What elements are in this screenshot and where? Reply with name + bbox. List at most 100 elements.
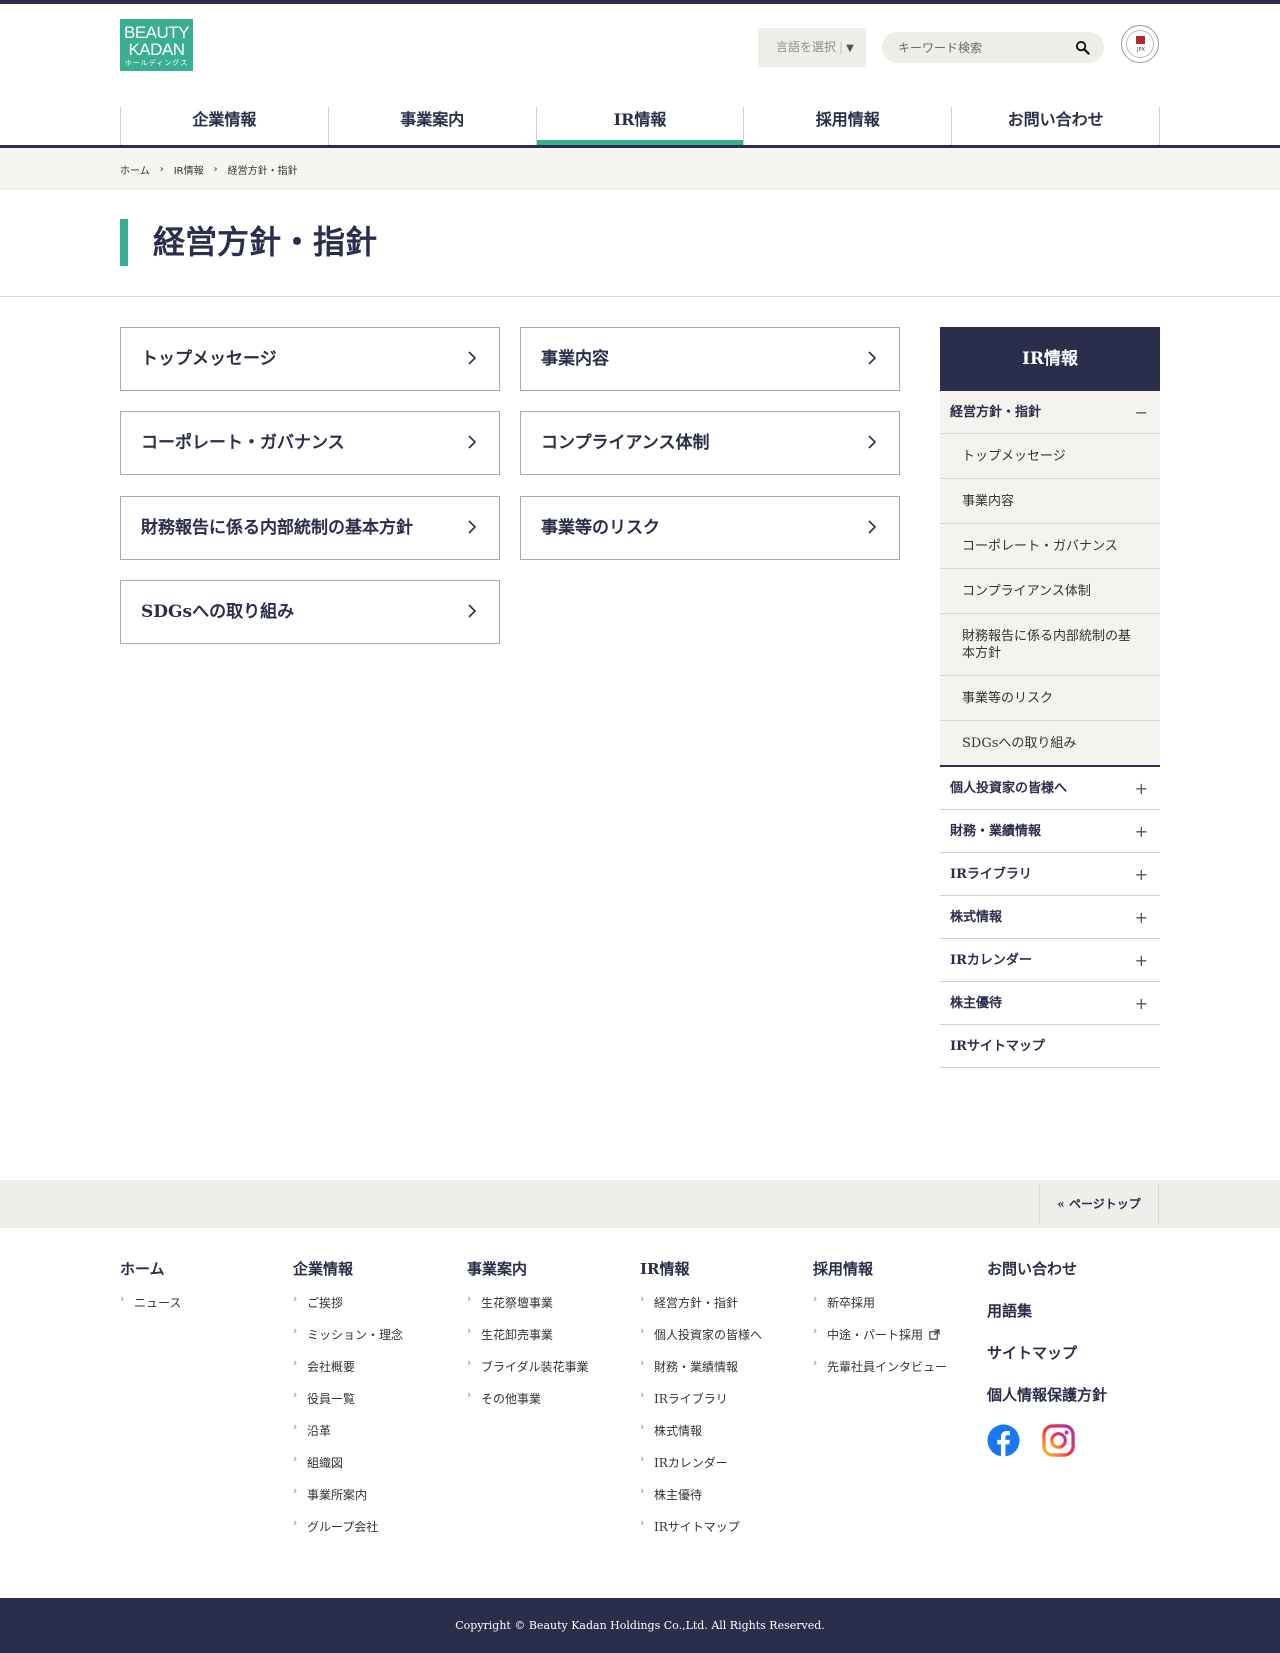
chevron-right-icon: › <box>159 164 164 175</box>
nav-contact[interactable]: お問い合わせ <box>951 107 1160 145</box>
footer-link[interactable]: › ご挨拶 <box>293 1292 463 1326</box>
footer-link-label: 役員一覧 <box>307 1392 356 1406</box>
chevron-right-icon: › <box>640 1292 645 1305</box>
sidebar-group-stock[interactable]: 株式情報 + <box>940 896 1160 939</box>
footer-link[interactable]: › 財務・業績情報 <box>640 1356 810 1390</box>
footer-col-title[interactable]: 採用情報 <box>813 1258 983 1279</box>
footer-glossary-link[interactable]: 用語集 <box>987 1300 1157 1342</box>
footer-col-title[interactable]: 事業案内 <box>467 1258 637 1279</box>
card-label: コーポレート・ガバナンス <box>141 433 345 453</box>
footer-link[interactable]: › 事業所案内 <box>293 1484 463 1518</box>
plus-icon[interactable]: + <box>1135 810 1148 853</box>
sidebar-title[interactable]: IR情報 <box>940 327 1160 391</box>
footer-link[interactable]: › IRライブラリ <box>640 1388 810 1422</box>
footer-link-label: ブライダル装花事業 <box>481 1360 589 1374</box>
chevron-right-icon: › <box>640 1356 645 1369</box>
footer-col-ir: IR情報 › 経営方針・指針 › 個人投資家の皆様へ › 財務・業績情報 › IRライブ… <box>640 1258 810 1550</box>
footer-link[interactable]: › 中途・パート採用 <box>813 1324 983 1358</box>
footer-link[interactable]: › グループ会社 <box>293 1516 463 1550</box>
footer-link-label: IRライブラリ <box>654 1392 728 1406</box>
card-business-risks[interactable]: 事業等のリスク <box>520 496 900 560</box>
nav-business[interactable]: 事業案内 <box>327 107 536 145</box>
footer-link[interactable]: › 生花卸売事業 <box>467 1324 637 1358</box>
footer-link-label: 生花祭壇事業 <box>481 1296 554 1310</box>
card-corporate-governance[interactable]: コーポレート・ガバナンス <box>120 411 500 475</box>
card-internal-control[interactable]: 財務報告に係る内部統制の基本方針 <box>120 496 500 560</box>
footer-link[interactable]: › IRサイトマップ <box>640 1516 810 1550</box>
footer-link[interactable]: › ブライダル装花事業 <box>467 1356 637 1390</box>
breadcrumb-home[interactable]: ホーム <box>120 162 150 177</box>
card-business-content[interactable]: 事業内容 <box>520 327 900 391</box>
plus-icon[interactable]: + <box>1135 982 1148 1025</box>
search-icon[interactable] <box>1075 40 1090 55</box>
company-logo[interactable]: BEAUTY KADAN ホールディングス <box>120 19 193 71</box>
sidebar-sub-item[interactable]: コーポレート・ガバナンス <box>940 524 1160 569</box>
footer-privacy-link[interactable]: 個人情報保護方針 <box>987 1384 1157 1426</box>
footer-contact-link[interactable]: お問い合わせ <box>987 1258 1157 1300</box>
sidebar-group-calendar[interactable]: IRカレンダー + <box>940 939 1160 982</box>
footer-link[interactable]: › 新卒採用 <box>813 1292 983 1326</box>
sidebar-sub-item[interactable]: トップメッセージ <box>940 434 1160 479</box>
sidebar-group-sitemap[interactable]: IRサイトマップ <box>940 1025 1160 1068</box>
sidebar-sub-item[interactable]: 事業内容 <box>940 479 1160 524</box>
facebook-icon[interactable] <box>987 1424 1020 1457</box>
footer-link[interactable]: › 生花祭壇事業 <box>467 1292 637 1326</box>
plus-icon[interactable]: + <box>1135 767 1148 810</box>
footer-link[interactable]: › 株主優待 <box>640 1484 810 1518</box>
search-input[interactable] <box>898 32 1068 63</box>
sidebar-group-benefits[interactable]: 株主優待 + <box>940 982 1160 1025</box>
footer-col-title[interactable]: ホーム <box>120 1258 290 1279</box>
card-sdgs[interactable]: SDGsへの取り組み <box>120 580 500 644</box>
footer-link[interactable]: › 組織図 <box>293 1452 463 1486</box>
footer-link[interactable]: › 沿革 <box>293 1420 463 1454</box>
footer-col-title[interactable]: IR情報 <box>640 1258 810 1279</box>
chevron-right-icon: › <box>640 1516 645 1529</box>
footer-link-label: 事業所案内 <box>307 1488 368 1502</box>
plus-icon[interactable]: + <box>1135 896 1148 939</box>
page-top-label: ページトップ <box>1068 1197 1141 1211</box>
breadcrumb-ir[interactable]: IR情報 <box>174 162 204 177</box>
sidebar-group-label: IRカレンダー <box>950 953 1032 968</box>
sidebar-sub-item[interactable]: SDGsへの取り組み <box>940 721 1160 767</box>
sidebar-sub-item[interactable]: 事業等のリスク <box>940 676 1160 721</box>
chevron-right-icon: › <box>293 1516 298 1529</box>
sidebar: IR情報 経営方針・指針 − トップメッセージ 事業内容 コーポレート・ガバナン… <box>940 327 1160 1068</box>
card-label: 事業等のリスク <box>541 518 660 538</box>
card-compliance[interactable]: コンプライアンス体制 <box>520 411 900 475</box>
sidebar-sub-item[interactable]: コンプライアンス体制 <box>940 569 1160 614</box>
card-top-message[interactable]: トップメッセージ <box>120 327 500 391</box>
nav-recruit[interactable]: 採用情報 <box>743 107 951 145</box>
search-box <box>882 32 1104 63</box>
chevron-right-icon <box>868 435 877 449</box>
sidebar-group-financial[interactable]: 財務・業績情報 + <box>940 810 1160 853</box>
footer-link[interactable]: › 役員一覧 <box>293 1388 463 1422</box>
sidebar-group-individual[interactable]: 個人投資家の皆様へ + <box>940 767 1160 810</box>
chevron-right-icon: › <box>640 1484 645 1497</box>
sidebar-group-library[interactable]: IRライブラリ + <box>940 853 1160 896</box>
footer-link[interactable]: › その他事業 <box>467 1388 637 1422</box>
footer-link[interactable]: › 経営方針・指針 <box>640 1292 810 1326</box>
emblem-mark-icon <box>1136 36 1145 44</box>
page-top-button[interactable]: « ページトップ <box>1039 1184 1159 1224</box>
footer-col-title[interactable]: 企業情報 <box>293 1258 463 1279</box>
nav-ir[interactable]: IR情報 <box>535 107 744 145</box>
sidebar-sub-item[interactable]: 財務報告に係る内部統制の基本方針 <box>940 614 1160 676</box>
footer-link[interactable]: › 個人投資家の皆様へ <box>640 1324 810 1358</box>
language-select[interactable]: 言語を選択 | ▼ <box>758 28 866 67</box>
footer-link[interactable]: › IRカレンダー <box>640 1452 810 1486</box>
nav-corporate[interactable]: 企業情報 <box>120 107 328 145</box>
triangle-down-icon: ▼ <box>846 43 854 54</box>
sidebar-current-section[interactable]: 経営方針・指針 − <box>940 391 1160 434</box>
footer-sitemap-link[interactable]: サイトマップ <box>987 1342 1157 1384</box>
footer-link-label: 新卒採用 <box>827 1296 876 1310</box>
minus-icon[interactable]: − <box>1135 391 1148 434</box>
instagram-icon[interactable] <box>1042 1424 1075 1457</box>
footer-link[interactable]: › ミッション・理念 <box>293 1324 463 1358</box>
plus-icon[interactable]: + <box>1135 939 1148 982</box>
footer-link[interactable]: › 株式情報 <box>640 1420 810 1454</box>
plus-icon[interactable]: + <box>1135 853 1148 896</box>
footer-link-label: その他事業 <box>481 1392 542 1406</box>
footer-link[interactable]: › 会社概要 <box>293 1356 463 1390</box>
footer-link[interactable]: › ニュース <box>120 1292 290 1326</box>
footer-link[interactable]: › 先輩社員インタビュー <box>813 1356 983 1390</box>
